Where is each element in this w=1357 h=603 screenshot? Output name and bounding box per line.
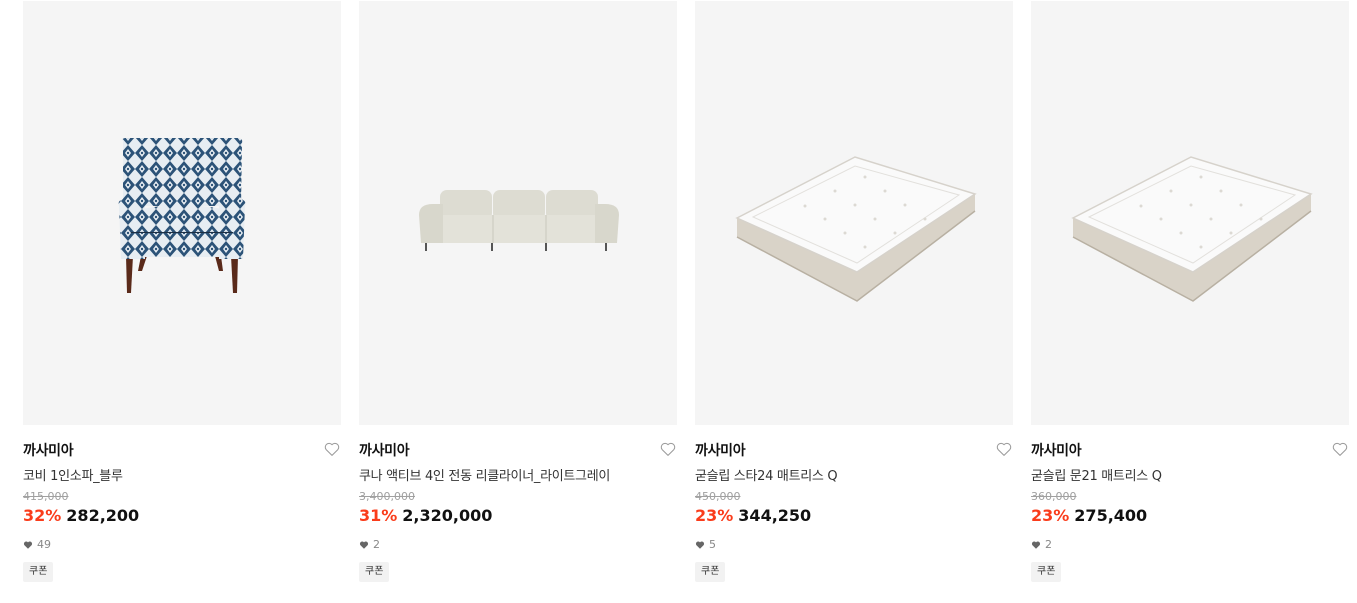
price-row: 23% 344,250 bbox=[695, 506, 811, 525]
discount-rate: 23% bbox=[1031, 506, 1070, 525]
price-row: 31% 2,320,000 bbox=[359, 506, 492, 525]
heart-icon[interactable] bbox=[1331, 440, 1349, 458]
sale-price: 282,200 bbox=[66, 506, 140, 525]
like-count-value: 2 bbox=[1045, 538, 1052, 551]
like-count-value: 49 bbox=[37, 538, 51, 551]
coupon-badge: 쿠폰 bbox=[23, 562, 54, 582]
original-price: 3,400,000 bbox=[359, 490, 415, 503]
coupon-badge: 쿠폰 bbox=[1031, 562, 1062, 582]
like-count: 2 bbox=[1031, 538, 1052, 551]
sale-price: 344,250 bbox=[738, 506, 812, 525]
armchair-icon bbox=[118, 138, 246, 293]
product-title[interactable]: 굳슬립 문21 매트리스 Q bbox=[1031, 465, 1162, 484]
product-brand[interactable]: 까사미아 bbox=[359, 440, 410, 460]
coupon-badge: 쿠폰 bbox=[359, 562, 390, 582]
product-grid: 까사미아 코비 1인소파_블루 415,000 32% 282,200 49 쿠폰 bbox=[0, 0, 1357, 603]
heart-filled-icon bbox=[695, 540, 705, 549]
price-row: 32% 282,200 bbox=[23, 506, 139, 525]
like-count-value: 5 bbox=[709, 538, 716, 551]
price-row: 23% 275,400 bbox=[1031, 506, 1147, 525]
discount-rate: 31% bbox=[359, 506, 398, 525]
like-count: 49 bbox=[23, 538, 51, 551]
product-brand[interactable]: 까사미아 bbox=[695, 440, 746, 460]
original-price: 360,000 bbox=[1031, 490, 1077, 503]
like-count: 5 bbox=[695, 538, 716, 551]
product-title[interactable]: 코비 1인소파_블루 bbox=[23, 465, 123, 484]
product-image[interactable] bbox=[1031, 1, 1349, 425]
heart-filled-icon bbox=[1031, 540, 1041, 549]
product-image[interactable] bbox=[23, 1, 341, 425]
product-title[interactable]: 쿠나 액티브 4인 전동 리클라이너_라이트그레이 bbox=[359, 465, 610, 484]
original-price: 450,000 bbox=[695, 490, 741, 503]
product-card[interactable]: 까사미아 코비 1인소파_블루 415,000 32% 282,200 49 쿠폰 bbox=[23, 0, 341, 603]
heart-filled-icon bbox=[23, 540, 33, 549]
product-card[interactable]: 까사미아 굳슬립 문21 매트리스 Q 360,000 23% 275,400 2… bbox=[1031, 0, 1349, 603]
heart-icon[interactable] bbox=[659, 440, 677, 458]
mattress-icon bbox=[1071, 156, 1313, 302]
product-brand[interactable]: 까사미아 bbox=[1031, 440, 1082, 460]
like-count: 2 bbox=[359, 538, 380, 551]
heart-filled-icon bbox=[359, 540, 369, 549]
mattress-icon bbox=[735, 156, 977, 302]
heart-icon[interactable] bbox=[323, 440, 341, 458]
discount-rate: 32% bbox=[23, 506, 62, 525]
sofa-icon bbox=[419, 190, 619, 251]
product-title[interactable]: 굳슬립 스타24 매트리스 Q bbox=[695, 465, 838, 484]
product-image[interactable] bbox=[359, 1, 677, 425]
product-image[interactable] bbox=[695, 1, 1013, 425]
original-price: 415,000 bbox=[23, 490, 69, 503]
product-brand[interactable]: 까사미아 bbox=[23, 440, 74, 460]
discount-rate: 23% bbox=[695, 506, 734, 525]
heart-icon[interactable] bbox=[995, 440, 1013, 458]
product-card[interactable]: 까사미아 굳슬립 스타24 매트리스 Q 450,000 23% 344,250 … bbox=[695, 0, 1013, 603]
like-count-value: 2 bbox=[373, 538, 380, 551]
product-card[interactable]: 까사미아 쿠나 액티브 4인 전동 리클라이너_라이트그레이 3,400,000… bbox=[359, 0, 677, 603]
sale-price: 2,320,000 bbox=[402, 506, 493, 525]
coupon-badge: 쿠폰 bbox=[695, 562, 726, 582]
sale-price: 275,400 bbox=[1074, 506, 1148, 525]
